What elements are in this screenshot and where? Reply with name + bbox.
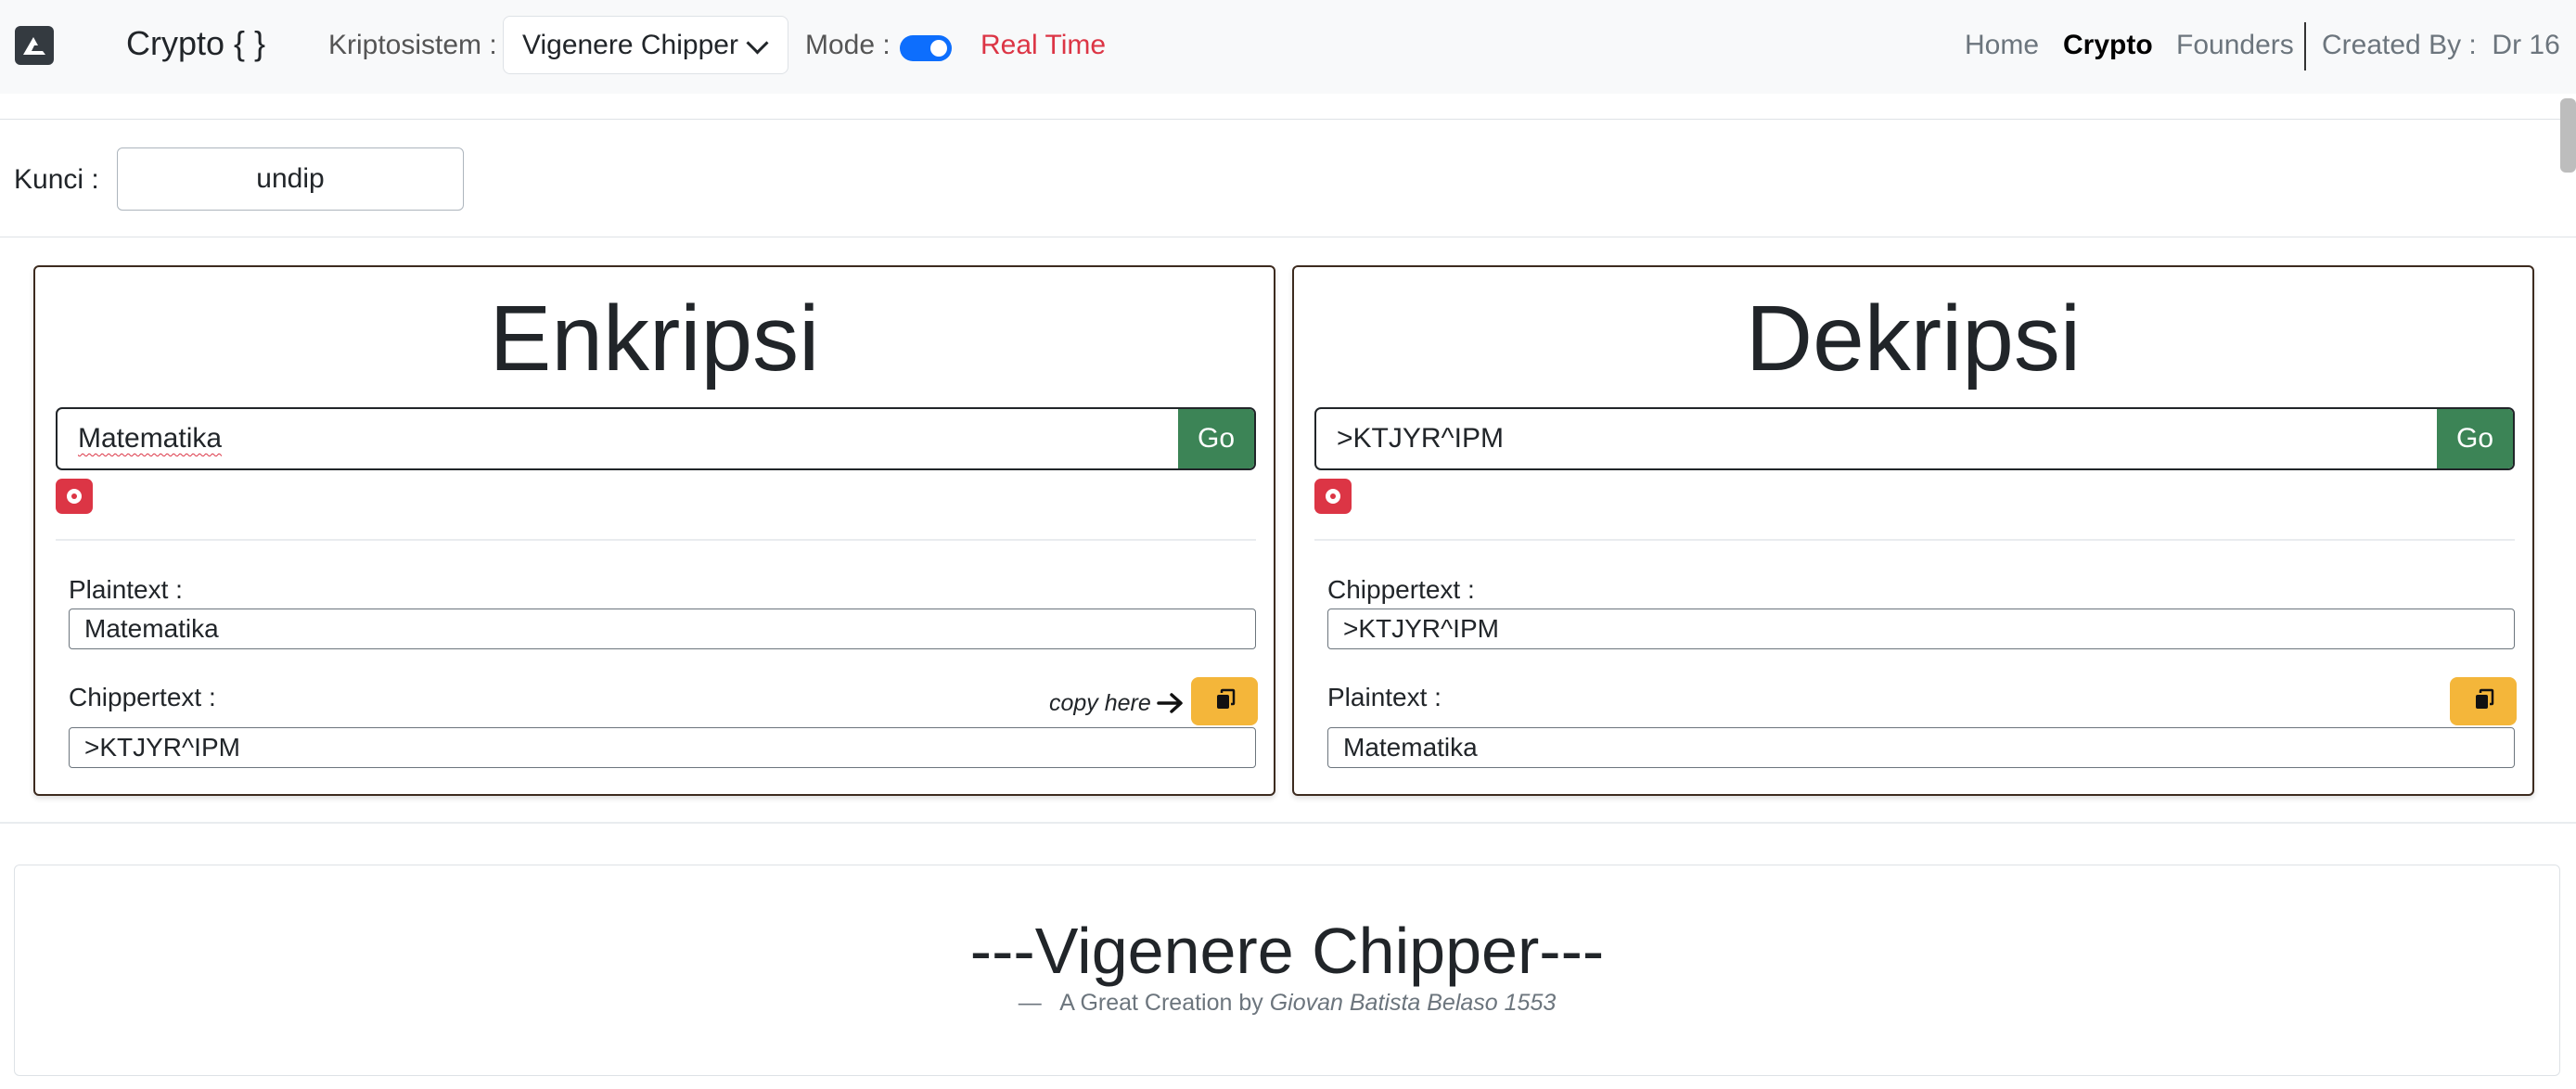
encrypt-ciphertext-field[interactable]: >KTJYR^IPM — [69, 727, 1256, 768]
decrypt-copy-button[interactable] — [2450, 677, 2517, 725]
nav-divider — [2304, 22, 2306, 70]
triangle-logo-icon[interactable] — [15, 26, 54, 65]
key-input[interactable]: undip — [117, 147, 464, 211]
divider — [56, 539, 1256, 541]
mode-value: Real Time — [980, 30, 1107, 60]
chevron-down-icon — [746, 32, 769, 55]
encrypt-plaintext-field[interactable]: Matematika — [69, 609, 1256, 649]
brand-title[interactable]: Crypto { } — [126, 24, 265, 63]
encrypt-ciphertext-label: Chippertext : — [69, 683, 216, 711]
copy-icon — [1217, 688, 1236, 709]
scrollbar-thumb[interactable] — [2560, 98, 2576, 173]
decrypt-ciphertext-field[interactable]: >KTJYR^IPM — [1327, 609, 2515, 649]
arrow-right-icon — [1157, 693, 1183, 713]
clear-icon — [1326, 489, 1340, 504]
encrypt-input[interactable]: Matematika — [78, 423, 222, 455]
decrypt-input[interactable]: >KTJYR^IPM — [1337, 423, 1504, 455]
encrypt-plaintext-value: Matematika — [84, 614, 219, 643]
key-section: Kunci : undip — [0, 119, 2576, 237]
kriptosistem-label: Kriptosistem : — [328, 30, 497, 60]
copy-icon — [2476, 688, 2494, 709]
decrypt-plaintext-field[interactable]: Matematika — [1327, 727, 2515, 768]
created-by-text: Created By : Dr 16 — [2322, 30, 2560, 60]
decrypt-ciphertext-label: Chippertext : — [1327, 575, 1475, 604]
encrypt-title: Enkripsi — [489, 287, 820, 391]
divider — [1314, 539, 2515, 541]
decrypt-clear-button[interactable] — [1314, 479, 1352, 514]
decrypt-plaintext-label: Plaintext : — [1327, 683, 1442, 711]
key-label: Kunci : — [14, 164, 99, 195]
em-dash: — — [1018, 990, 1042, 1016]
subtitle-prefix: A Great Creation by — [1059, 990, 1263, 1016]
nav-link-crypto[interactable]: Crypto — [2063, 30, 2153, 61]
copy-note: copy here — [1049, 690, 1151, 716]
section-divider — [0, 822, 2576, 824]
encrypt-input-group: Matematika Go — [56, 407, 1256, 470]
decrypt-input-group: >KTJYR^IPM Go — [1314, 407, 2515, 470]
cipher-info-card: ---Vigenere Chipper--- — A Great Creatio… — [14, 865, 2560, 1076]
clear-icon — [67, 489, 82, 504]
top-navbar: Crypto { } Kriptosistem : Vigenere Chipp… — [0, 0, 2576, 94]
encrypt-copy-button[interactable] — [1191, 677, 1258, 725]
decrypt-card: Dekripsi >KTJYR^IPM Go Chippertext : >KT… — [1292, 265, 2534, 796]
encrypt-clear-button[interactable] — [56, 479, 93, 514]
encrypt-go-button[interactable]: Go — [1178, 409, 1254, 468]
decrypt-go-button[interactable]: Go — [2437, 409, 2513, 468]
toggle-knob — [930, 40, 947, 57]
mode-toggle[interactable] — [900, 35, 952, 61]
nav-link-founders[interactable]: Founders — [2176, 30, 2294, 61]
encrypt-card: Enkripsi Matematika Go Plaintext : Matem… — [33, 265, 1275, 796]
cipher-select[interactable]: Vigenere Chipper — [503, 16, 788, 74]
cipher-info-subtitle: — A Great Creation by Giovan Batista Bel… — [15, 990, 2559, 1017]
decrypt-title: Dekripsi — [1745, 287, 2082, 391]
author-name: Giovan Batista Belaso 1553 — [1269, 990, 1557, 1016]
cipher-info-title: ---Vigenere Chipper--- — [969, 915, 1605, 987]
decrypt-ciphertext-value: >KTJYR^IPM — [1343, 614, 1499, 643]
decrypt-plaintext-value: Matematika — [1343, 733, 1478, 762]
cipher-select-value: Vigenere Chipper — [522, 30, 738, 60]
encrypt-plaintext-label: Plaintext : — [69, 575, 183, 604]
nav-link-home[interactable]: Home — [1965, 30, 2039, 61]
mode-label: Mode : — [805, 30, 891, 60]
encrypt-ciphertext-value: >KTJYR^IPM — [84, 733, 240, 762]
